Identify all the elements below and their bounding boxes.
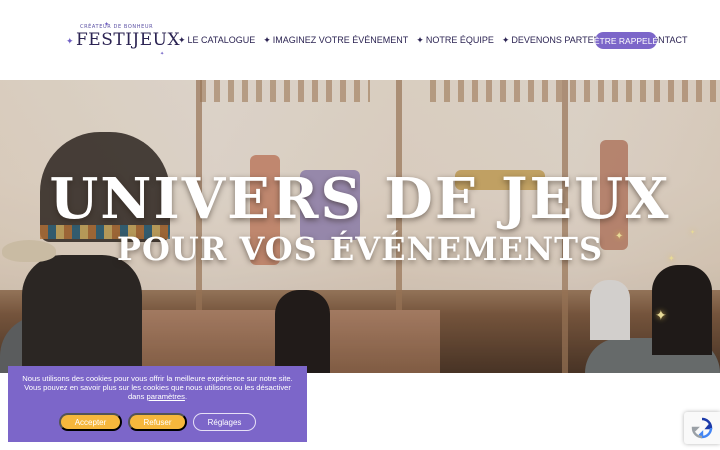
recaptcha-icon xyxy=(691,417,713,439)
cookie-message: Nous utilisons des cookies pour vous off… xyxy=(18,374,297,401)
page: CRÉATEUR DE BONHEUR FESTIJEUX ✦ ✦ ✦ ✦ LE… xyxy=(0,0,720,450)
star-icon: ✦ xyxy=(501,34,510,45)
cookie-actions: Accepter Refuser Réglages xyxy=(8,413,307,431)
nav-item-label: NOTRE ÉQUIPE xyxy=(425,35,494,45)
logo[interactable]: CRÉATEUR DE BONHEUR FESTIJEUX ✦ ✦ ✦ xyxy=(64,22,180,58)
star-icon: ✦ xyxy=(178,34,186,45)
nav-item-label: LE CATALOGUE xyxy=(187,35,256,45)
hero-title: UNIVERS DE JEUX xyxy=(49,166,671,232)
cookie-text-end: . xyxy=(184,392,188,401)
star-icon: ✦ xyxy=(416,34,424,45)
recaptcha-badge[interactable] xyxy=(684,412,720,444)
logo-name: FESTIJEUX xyxy=(76,30,181,50)
cookie-settings-link[interactable]: paramètres xyxy=(147,392,185,401)
cookie-banner: Nous utilisons des cookies pour vous off… xyxy=(8,366,307,442)
settings-button[interactable]: Réglages xyxy=(193,413,256,431)
nav-item-evenement[interactable]: ✦ IMAGINEZ VOTRE ÉVÉNEMENT xyxy=(263,35,408,46)
accept-button[interactable]: Accepter xyxy=(59,413,122,431)
nav-item-catalogue[interactable]: ✦ LE CATALOGUE xyxy=(178,35,255,46)
nav-item-label: IMAGINEZ VOTRE ÉVÉNEMENT xyxy=(272,35,409,45)
star-icon: ✦ xyxy=(160,51,165,57)
hero-subtitle: POUR VOS ÉVÉNEMENTS xyxy=(116,230,604,268)
hero-banner: ✦ ✦ ✦ ✦ ✦ ✦ UNIVERS DE JEUX POUR VOS ÉVÉ… xyxy=(0,80,720,373)
star-icon: ✦ xyxy=(104,22,110,28)
refuse-button[interactable]: Refuser xyxy=(128,413,187,431)
nav-item-equipe[interactable]: ✦ NOTRE ÉQUIPE xyxy=(416,35,494,46)
callback-button[interactable]: ÊTRE RAPPELÉ xyxy=(594,32,658,49)
star-icon: ✦ xyxy=(66,36,74,46)
site-header: CRÉATEUR DE BONHEUR FESTIJEUX ✦ ✦ ✦ ✦ LE… xyxy=(0,0,720,80)
star-icon: ✦ xyxy=(263,34,271,45)
